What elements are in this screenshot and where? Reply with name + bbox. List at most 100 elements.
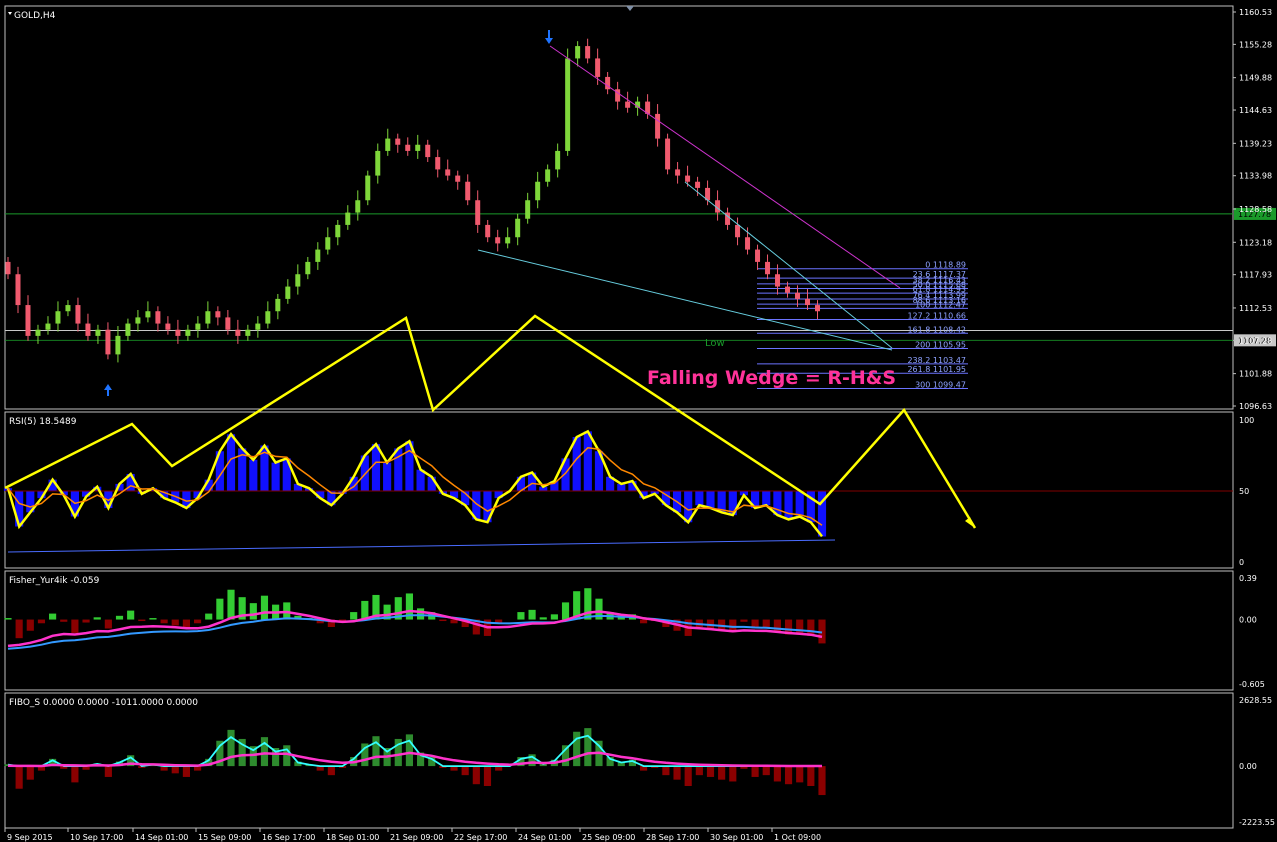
- time-axis-label: 10 Sep 17:00: [70, 833, 123, 842]
- price-axis-label: 1144.63: [1239, 106, 1272, 115]
- candle-body: [75, 305, 81, 324]
- candle-body: [575, 46, 581, 59]
- candle-body: [295, 274, 301, 287]
- candle-body: [85, 323, 91, 336]
- fisher-axis-label: 0.39: [1239, 574, 1257, 583]
- fibo-s-title: FIBO_S 0.0000 0.0000 -1011.0000 0.0000: [9, 698, 198, 708]
- price-axis-label: 1128.58: [1239, 205, 1272, 214]
- candle-body: [785, 286, 791, 293]
- candle-body: [685, 175, 691, 182]
- candle-body: [545, 169, 551, 182]
- candle-body: [695, 181, 701, 188]
- time-axis-label: 15 Sep 09:00: [198, 833, 251, 842]
- candle-body: [435, 157, 441, 170]
- time-axis-label: 22 Sep 17:00: [454, 833, 507, 842]
- candle-body: [745, 237, 751, 250]
- candle-body: [775, 274, 781, 287]
- candle-body: [35, 329, 41, 336]
- candle-body: [814, 305, 820, 312]
- candle-body: [285, 286, 291, 299]
- fisher-title: Fisher_Yur4ik -0.059: [9, 576, 100, 586]
- chart-background: [0, 0, 1277, 842]
- candle-body: [155, 311, 161, 324]
- candle-body: [375, 150, 381, 176]
- fibo-level-label: 200 1105.95: [915, 341, 966, 350]
- time-axis-label: 14 Sep 01:00: [135, 833, 188, 842]
- candle-body: [105, 329, 111, 355]
- time-axis-label: 1 Oct 09:00: [774, 833, 821, 842]
- time-axis-label: 16 Sep 17:00: [262, 833, 315, 842]
- candle-body: [325, 237, 331, 250]
- candle-body: [265, 311, 271, 324]
- candle-body: [365, 175, 371, 201]
- candle-body: [565, 58, 571, 151]
- candle-body: [25, 305, 31, 336]
- fibo-s-axis-label: 0.00: [1239, 762, 1257, 771]
- fibo-level-label: 161.8 1108.42: [907, 325, 966, 334]
- time-axis-label: 25 Sep 09:00: [582, 833, 635, 842]
- candle-body: [355, 200, 361, 213]
- price-axis-label: 1096.63: [1239, 402, 1272, 411]
- time-axis-label: 30 Sep 01:00: [710, 833, 763, 842]
- candle-body: [45, 323, 51, 330]
- candle-body: [515, 218, 521, 238]
- candle-body: [205, 311, 211, 324]
- rsi-axis-label: 100: [1239, 416, 1254, 425]
- candle-body: [425, 144, 431, 158]
- candle-body: [445, 169, 451, 176]
- candle-body: [175, 329, 181, 336]
- price-axis-label: 1123.18: [1239, 238, 1272, 247]
- candle-body: [805, 298, 810, 306]
- price-axis-label: 1149.88: [1239, 74, 1272, 83]
- candle-body: [165, 323, 171, 330]
- candle-body: [485, 224, 491, 238]
- candle-body: [5, 261, 11, 275]
- rsi-title: RSI(5) 18.5489: [9, 417, 77, 427]
- candle-body: [675, 169, 681, 176]
- price-axis-label: 1139.23: [1239, 139, 1272, 148]
- falling-wedge-annotation: Falling Wedge = R-H&S: [647, 367, 896, 389]
- candle-body: [15, 274, 21, 306]
- candle-body: [505, 237, 511, 244]
- candle-body: [185, 329, 191, 336]
- candle-body: [245, 329, 251, 336]
- candle-body: [395, 138, 401, 145]
- candle-body: [335, 224, 341, 238]
- fibo-level-label: 100 1112.47: [915, 300, 966, 309]
- candle-body: [765, 261, 771, 275]
- time-axis-label: 18 Sep 01:00: [326, 833, 379, 842]
- candle-body: [65, 305, 71, 312]
- candle-body: [665, 138, 671, 170]
- fisher-axis-label: -0.605: [1239, 680, 1265, 689]
- candle-body: [555, 150, 561, 170]
- fisher-axis-label: 0.00: [1239, 616, 1257, 625]
- candle-body: [305, 261, 311, 275]
- candle-body: [465, 181, 471, 201]
- price-axis-label: 1133.98: [1239, 172, 1272, 181]
- candle-body: [55, 311, 61, 324]
- candle-body: [215, 311, 221, 318]
- candle-body: [225, 317, 231, 330]
- candle-body: [455, 175, 461, 182]
- time-axis-label: 28 Sep 17:00: [646, 833, 699, 842]
- candle-body: [315, 249, 321, 262]
- candle-body: [255, 323, 261, 330]
- candle-body: [495, 237, 501, 244]
- time-axis-label: 9 Sep 2015: [7, 833, 53, 842]
- trading-chart[interactable]: 1127.781107.28 0 1118.8923.6 1117.3738.2…: [0, 0, 1277, 842]
- price-axis-label: 1160.53: [1239, 8, 1272, 17]
- fibo-s-axis-label: -2223.55: [1239, 818, 1275, 827]
- fibo-level-label: 300 1099.47: [915, 380, 966, 389]
- candle-body: [655, 113, 661, 139]
- candle-body: [385, 138, 391, 151]
- candle-body: [525, 200, 531, 219]
- candle-body: [595, 58, 601, 77]
- price-axis-label: 1112.53: [1239, 304, 1272, 313]
- candle-body: [95, 329, 101, 336]
- candle-body: [195, 323, 201, 330]
- candle-body: [415, 144, 421, 151]
- fibo-level-label: 127.2 1110.66: [907, 311, 966, 320]
- candle-body: [235, 329, 241, 336]
- candle-body: [405, 144, 411, 151]
- candle-body: [125, 323, 131, 336]
